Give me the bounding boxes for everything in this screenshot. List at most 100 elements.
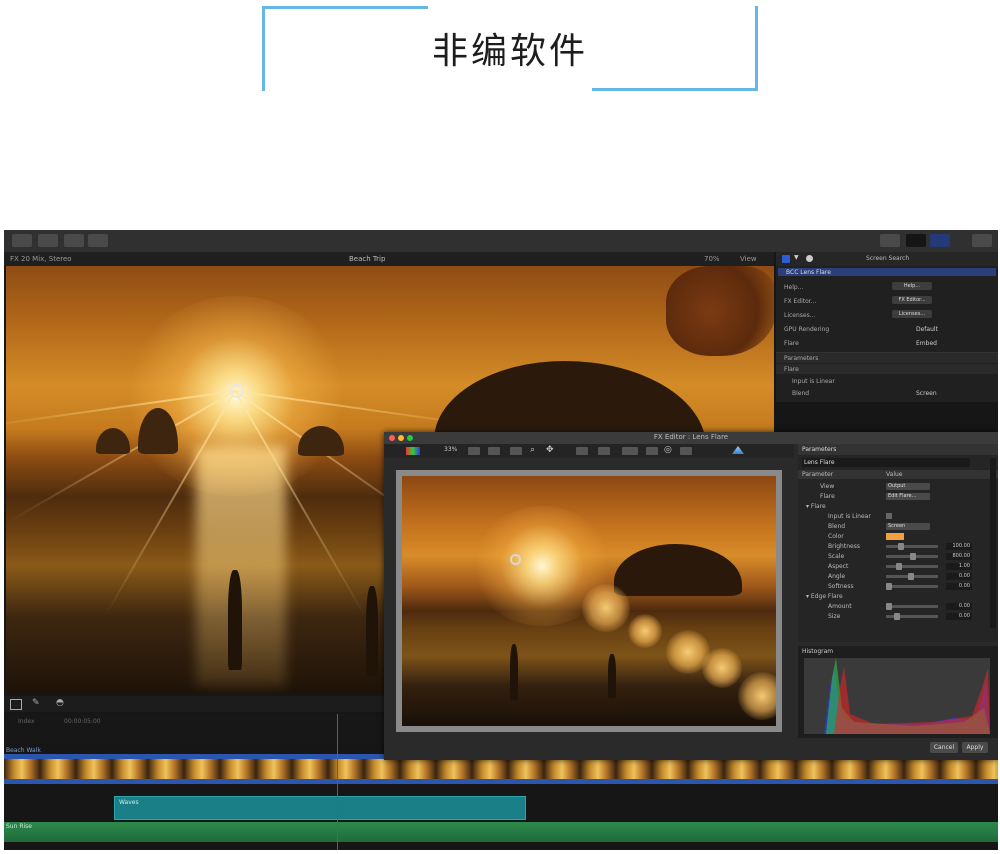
fit-icon[interactable] <box>468 447 480 455</box>
plugin-row[interactable]: BCC Lens Flare <box>778 268 996 276</box>
param-row-angle[interactable]: Angle 0.00 <box>798 572 988 581</box>
library-label: FX 20 Mix, Stereo <box>10 255 72 263</box>
param-row-flare[interactable]: Flare Edit Flare... <box>798 492 988 501</box>
size-slider[interactable] <box>886 613 938 620</box>
effects-icon[interactable]: ◓ <box>56 698 64 708</box>
amount-value[interactable]: 0.00 <box>946 603 972 610</box>
compare-icon[interactable] <box>488 447 500 455</box>
param-row-brightness[interactable]: Brightness 100.00 <box>798 542 988 551</box>
param-name: ▾ Edge Flare <box>806 593 843 600</box>
mountain-icon[interactable] <box>732 446 744 454</box>
scale-slider[interactable] <box>886 553 938 560</box>
inspector-panel: ▼ Screen Search BCC Lens Flare Help... H… <box>776 252 998 402</box>
slider-knob[interactable] <box>886 583 892 590</box>
param-row-edge-flare[interactable]: ▾ Edge Flare <box>798 592 988 601</box>
keyword-button[interactable] <box>38 234 58 247</box>
person-silhouette <box>228 570 242 670</box>
view-menu[interactable]: View <box>740 252 757 266</box>
cancel-button[interactable]: Cancel <box>930 742 958 753</box>
record-icon[interactable]: ◎ <box>664 445 672 455</box>
grid-icon[interactable] <box>510 447 522 455</box>
brightness-slider[interactable] <box>886 543 938 550</box>
angle-slider[interactable] <box>886 573 938 580</box>
timeline-toggle-button[interactable] <box>906 234 926 247</box>
histogram-graph <box>804 658 990 734</box>
import-button[interactable] <box>12 234 32 247</box>
edit-flare-button[interactable]: Edit Flare... <box>886 493 930 500</box>
flare-mode-value[interactable]: Embed <box>916 340 937 347</box>
color-swatch[interactable] <box>886 533 904 540</box>
inspector-toggle-button[interactable] <box>930 234 950 247</box>
zoom-menu[interactable]: 70% <box>704 252 720 266</box>
split-view-icon[interactable] <box>576 447 588 455</box>
camera-icon[interactable] <box>680 447 692 455</box>
blend-select[interactable]: Screen <box>886 523 930 530</box>
gpu-rendering-value[interactable]: Default <box>916 326 938 333</box>
aspect-slider[interactable] <box>886 563 938 570</box>
param-name: Brightness <box>828 543 860 550</box>
inspector-title: Screen Search <box>866 255 910 262</box>
param-row-flare-group[interactable]: ▾ Flare <box>798 502 988 511</box>
softness-value[interactable]: 0.00 <box>946 583 972 590</box>
param-row-softness[interactable]: Softness 0.00 <box>798 582 988 591</box>
move-icon[interactable]: ✥ <box>546 445 554 455</box>
rgb-channels-icon[interactable] <box>406 447 420 455</box>
filter-icon[interactable]: ▼ <box>794 254 799 261</box>
param-row-scale[interactable]: Scale 800.00 <box>798 552 988 561</box>
slider-knob[interactable] <box>894 613 900 620</box>
preview-flare-handle[interactable] <box>510 554 521 565</box>
flare-section[interactable]: Flare <box>776 364 998 374</box>
param-row-amount[interactable]: Amount 0.00 <box>798 602 988 611</box>
licenses-button[interactable]: Licenses... <box>892 310 932 318</box>
index-button[interactable]: Index <box>18 718 35 725</box>
params-scrollbar[interactable] <box>990 458 996 628</box>
size-value[interactable]: 0.00 <box>946 613 972 620</box>
person-silhouette <box>366 586 378 676</box>
share-button[interactable] <box>64 234 84 247</box>
help-button[interactable]: Help... <box>892 282 932 290</box>
slider-knob[interactable] <box>886 603 892 610</box>
export-button[interactable] <box>972 234 992 247</box>
tools-icon[interactable]: ✎ <box>32 698 40 708</box>
param-row-blend[interactable]: Blend Screen <box>798 522 988 531</box>
param-row-color[interactable]: Color <box>798 532 988 541</box>
param-row-view[interactable]: View Output <box>798 482 988 491</box>
fx-zoom-menu[interactable]: 33% <box>444 446 457 453</box>
browser-toggle-button[interactable] <box>880 234 900 247</box>
angle-value[interactable]: 0.00 <box>946 573 972 580</box>
preset-field[interactable]: Lens Flare <box>802 458 970 467</box>
magnify-icon[interactable]: ⌕ <box>530 445 535 455</box>
flare-params: Input is Linear Blend Screen <box>776 376 998 402</box>
background-tasks-button[interactable] <box>88 234 108 247</box>
amount-slider[interactable] <box>886 603 938 610</box>
view-select[interactable]: Output <box>886 483 930 490</box>
single-view-icon[interactable] <box>598 447 610 455</box>
brightness-value[interactable]: 100.00 <box>946 543 972 550</box>
slider-knob[interactable] <box>898 543 904 550</box>
slider-knob[interactable] <box>908 573 914 580</box>
param-row-input-linear[interactable]: Input is Linear <box>798 512 988 521</box>
apply-button[interactable]: Apply <box>962 742 988 753</box>
clip-appearance-icon[interactable] <box>10 699 22 710</box>
softness-slider[interactable] <box>886 583 938 590</box>
playhead[interactable] <box>337 714 338 850</box>
filmstrip-icon[interactable] <box>622 447 638 455</box>
info-icon[interactable] <box>806 255 813 262</box>
presets-icon[interactable] <box>646 447 658 455</box>
slider-knob[interactable] <box>910 553 916 560</box>
flare-position-handle[interactable] <box>230 384 244 398</box>
scale-value[interactable]: 800.00 <box>946 553 972 560</box>
fx-editor-toolbar: 33% ⌕ ✥ ◎ <box>384 444 794 458</box>
param-row-aspect[interactable]: Aspect 1.00 <box>798 562 988 571</box>
music-clip[interactable]: Sun Rise <box>4 822 998 842</box>
audio-clip[interactable]: Waves <box>114 796 526 820</box>
blend-value[interactable]: Screen <box>916 390 937 397</box>
parameters-section[interactable]: Parameters <box>776 352 998 363</box>
slider-knob[interactable] <box>896 563 902 570</box>
aspect-value[interactable]: 1.00 <box>946 563 972 570</box>
fx-preview-image[interactable] <box>402 476 776 726</box>
video-inspector-icon[interactable] <box>782 255 790 263</box>
param-row-size[interactable]: Size 0.00 <box>798 612 988 621</box>
fx-editor-button[interactable]: FX Editor... <box>892 296 932 304</box>
input-linear-checkbox[interactable] <box>886 513 892 519</box>
